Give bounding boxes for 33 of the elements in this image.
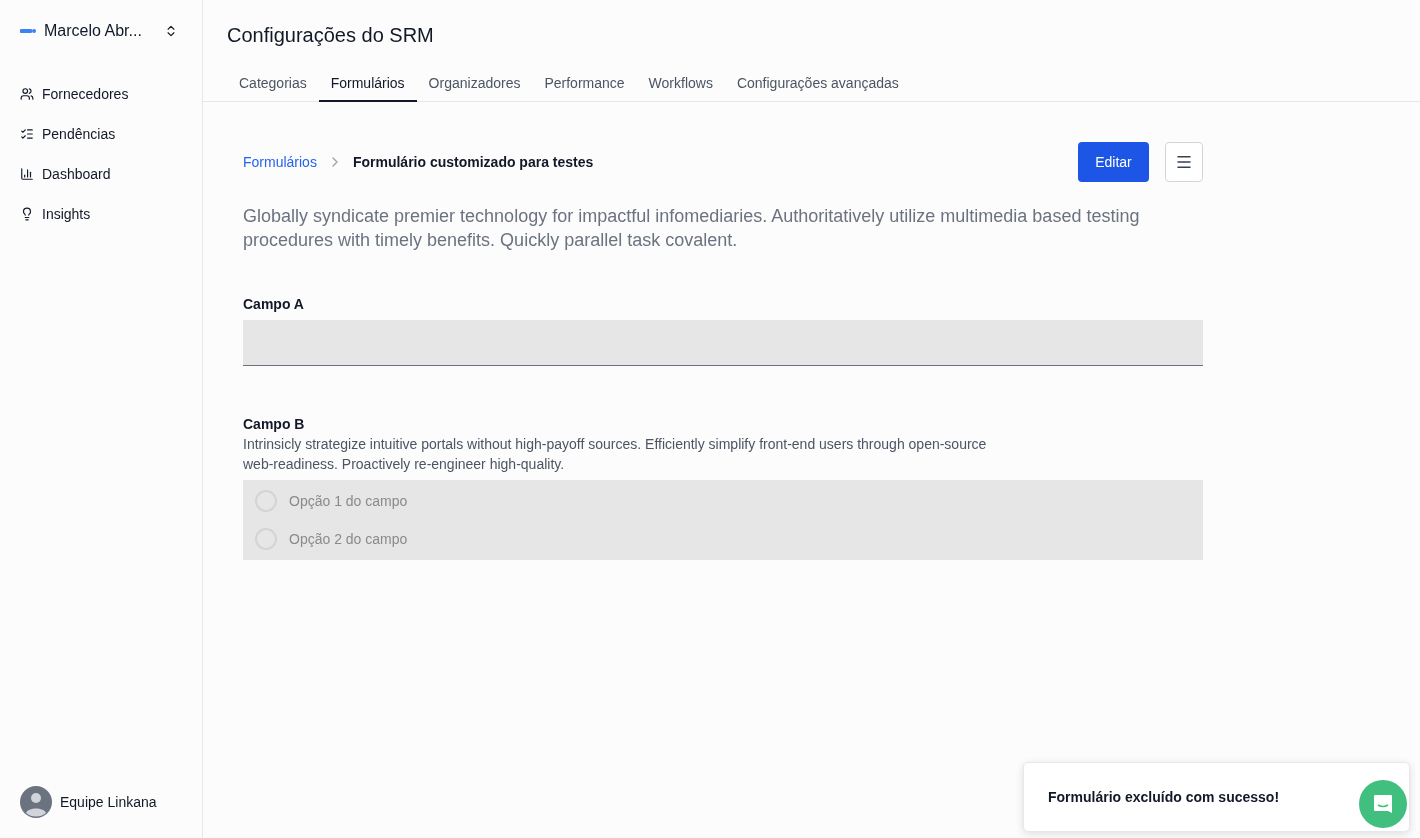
page-title: Configurações do SRM (227, 24, 435, 47)
bar-chart-icon (20, 167, 34, 181)
menu-icon (1175, 153, 1193, 171)
input-field[interactable] (243, 320, 1203, 366)
sidebar-item[interactable]: Pendências (20, 126, 202, 142)
sidebar-item[interactable]: Insights (20, 206, 202, 222)
users-icon (20, 87, 34, 101)
field-label: Campo B (243, 416, 306, 432)
breadcrumb-current: Formulário customizado para testes (352, 154, 594, 170)
breadcrumb-link[interactable]: Formulários (243, 154, 317, 170)
tab[interactable]: Performance (532, 67, 637, 102)
sidebar-item[interactable]: Fornecedores (20, 86, 202, 102)
sidebar-item[interactable]: Dashboard (20, 166, 202, 182)
menu-button[interactable] (1165, 142, 1203, 182)
field-help: Intrinsicly strategize intuitive portals without high-payoff sources. Efficiently simplify front-end users through open-source web-readiness. Proactively re-engineer high-quality. (243, 435, 988, 474)
tab[interactable]: Organizadores (416, 67, 533, 102)
tab[interactable]: Categorias (227, 67, 319, 102)
lightbulb-icon (20, 207, 34, 221)
tab[interactable]: Configurações avançadas (724, 67, 911, 102)
tab[interactable]: Workflows (636, 67, 725, 102)
edit-button[interactable]: Editar (1078, 142, 1149, 182)
account-name: Marcelo Abr... (44, 22, 143, 40)
tab[interactable]: Formulários (318, 67, 417, 102)
chat-icon (1372, 793, 1394, 815)
user-name: Equipe Linkana (60, 794, 157, 810)
form-description: Globally syndicate premier technology for impactful infomediaries. Authoritatively utilize multimedia based testing procedures with timely benefits. Quickly parallel task covalent. (243, 205, 1141, 252)
logo-icon (20, 27, 36, 35)
option-label: Opção 1 do campo (289, 493, 408, 509)
field-label: Campo A (243, 296, 305, 312)
checklist-icon (20, 127, 34, 141)
avatar-icon (20, 786, 52, 818)
option-label: Opção 2 do campo (289, 531, 408, 547)
toast-message: Formulário excluído com sucesso! (1048, 789, 1280, 805)
